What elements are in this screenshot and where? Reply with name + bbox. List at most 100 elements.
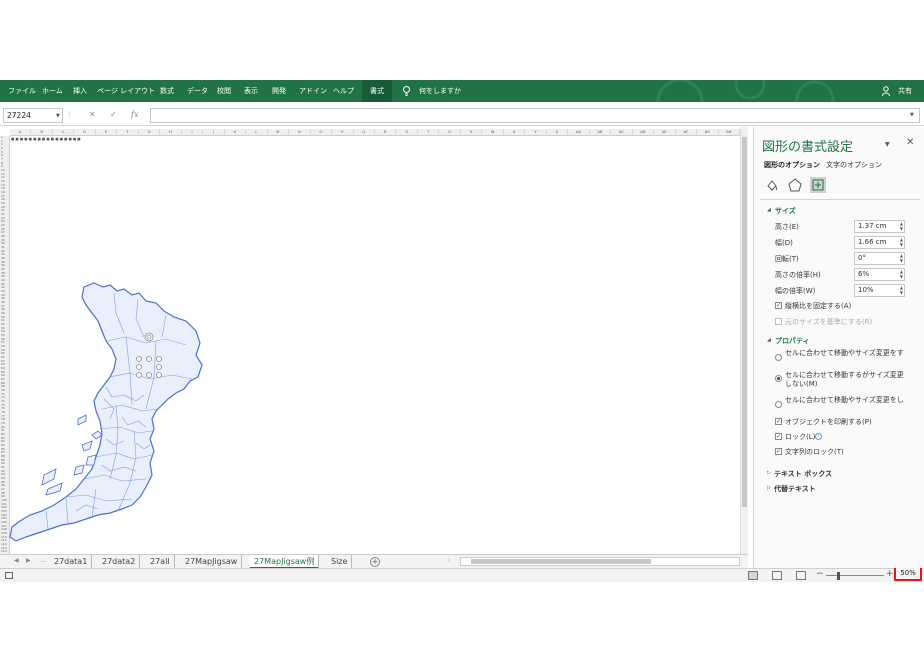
column-header[interactable]: R (375, 129, 397, 136)
chevron-down-icon[interactable]: ▼ (56, 113, 60, 119)
add-sheet-icon[interactable]: + (370, 557, 380, 567)
spinner-icon[interactable]: ▲ ▼ (900, 269, 903, 279)
vertical-scroll-thumb[interactable] (742, 137, 747, 507)
column-header[interactable]: Z (547, 129, 569, 136)
tell-me-search[interactable]: 何をしますか (419, 80, 461, 102)
splitter-icon[interactable]: ⁝ (448, 557, 450, 564)
print-object-checkbox[interactable]: ✓ (775, 418, 782, 425)
cancel-icon[interactable]: ✕ (89, 110, 96, 119)
osaka-map-shape[interactable] (6, 279, 206, 549)
collapse-triangle-icon[interactable]: ◢ (767, 207, 771, 213)
close-icon[interactable]: ✕ (906, 137, 914, 148)
column-header[interactable]: K (225, 129, 247, 136)
page-break-view-icon[interactable] (796, 571, 806, 580)
tab-formulas[interactable]: 数式 (160, 80, 174, 102)
tab-addins[interactable]: アドイン (299, 80, 327, 102)
spinner-icon[interactable]: ▲ ▼ (900, 221, 903, 231)
expand-formula-icon[interactable]: ▼ (910, 112, 914, 118)
tab-review[interactable]: 校閲 (217, 80, 231, 102)
fill-line-icon[interactable] (764, 177, 780, 193)
column-header[interactable]: A (10, 129, 32, 136)
width-field[interactable]: 1.66 cm ▲ ▼ (854, 236, 905, 249)
column-header[interactable]: AC (611, 129, 633, 136)
collapse-triangle-icon[interactable]: ◢ (767, 337, 771, 343)
sheet-tab[interactable]: 27MapJigsaw (181, 555, 243, 569)
scale-width-field[interactable]: 10% ▲ ▼ (854, 284, 905, 297)
scale-height-field[interactable]: 6% ▲ ▼ (854, 268, 905, 281)
insert-function-icon[interactable]: fx (131, 110, 138, 119)
sheet-tab[interactable]: 27all (146, 555, 175, 569)
expand-triangle-icon[interactable]: ▷ (767, 470, 771, 476)
column-header[interactable]: P (332, 129, 354, 136)
column-header[interactable]: AB (590, 129, 612, 136)
zoom-slider-thumb[interactable] (837, 572, 840, 580)
column-header[interactable]: Y (525, 129, 547, 136)
size-section-heading[interactable]: サイズ (775, 206, 796, 216)
chevron-down-icon[interactable]: ▼ (885, 141, 890, 148)
tab-insert[interactable]: 挿入 (73, 80, 87, 102)
relative-original-checkbox[interactable] (775, 318, 782, 325)
spinner-icon[interactable]: ▲ ▼ (900, 253, 903, 263)
column-header[interactable]: V (461, 129, 483, 136)
page-layout-view-icon[interactable] (772, 571, 782, 580)
column-header[interactable]: N (289, 129, 311, 136)
zoom-out-button[interactable]: − (816, 569, 824, 579)
alt-text-section-heading[interactable]: 代替テキスト (774, 484, 816, 494)
share-button[interactable]: 共有 (898, 80, 912, 102)
spinner-icon[interactable]: ▲ ▼ (900, 285, 903, 295)
column-header[interactable]: G (139, 129, 161, 136)
tab-file[interactable]: ファイル (8, 80, 36, 102)
tab-data[interactable]: データ (187, 80, 208, 102)
tab-home[interactable]: ホーム (42, 80, 63, 102)
tab-developer[interactable]: 開発 (272, 80, 286, 102)
enter-icon[interactable]: ✓ (110, 110, 117, 119)
move-no-size-radio[interactable] (775, 375, 782, 382)
column-header[interactable]: AD (633, 129, 655, 136)
locked-checkbox[interactable]: ✓ (775, 433, 782, 440)
effects-icon[interactable] (787, 177, 803, 193)
tab-text-options[interactable]: 文字のオプション (826, 160, 882, 170)
textbox-section-heading[interactable]: テキスト ボックス (774, 469, 832, 479)
column-header[interactable]: H (160, 129, 182, 136)
tab-format[interactable]: 書式 (362, 80, 392, 102)
tab-view[interactable]: 表示 (244, 80, 258, 102)
column-header[interactable]: O (311, 129, 333, 136)
info-icon[interactable]: i (815, 433, 822, 440)
sheet-tab[interactable]: Size (327, 555, 353, 569)
more-sheets-icon[interactable]: … (40, 557, 46, 564)
horizontal-scroll-thumb[interactable] (471, 559, 651, 564)
spinner-icon[interactable]: ▲ ▼ (900, 237, 903, 247)
no-move-no-size-radio[interactable] (775, 401, 782, 408)
column-header[interactable]: B (31, 129, 53, 136)
column-header[interactable]: D (74, 129, 96, 136)
sheet-prev-icon[interactable]: ◀ (14, 557, 19, 564)
column-header[interactable]: J (203, 129, 225, 136)
properties-section-heading[interactable]: プロパティ (775, 336, 810, 346)
column-header[interactable]: AE (654, 129, 676, 136)
sheet-next-icon[interactable]: ▶ (26, 557, 31, 564)
sheet-tab[interactable]: 27data2 (98, 555, 141, 569)
zoom-slider[interactable] (826, 575, 884, 576)
column-header[interactable]: L (246, 129, 268, 136)
lock-aspect-checkbox[interactable]: ✓ (775, 302, 782, 309)
column-header[interactable]: Q (354, 129, 375, 136)
formula-input[interactable] (150, 108, 920, 123)
horizontal-scrollbar[interactable] (460, 557, 740, 566)
column-header[interactable]: AG (697, 129, 719, 136)
column-header[interactable]: W (482, 129, 504, 136)
tab-shape-options[interactable]: 図形のオプション (764, 160, 820, 170)
rotation-field[interactable]: 0° ▲ ▼ (854, 252, 905, 265)
height-field[interactable]: 1.37 cm ▲ ▼ (854, 220, 905, 233)
sheet-tab[interactable]: 27data1 (50, 555, 93, 569)
column-header[interactable]: U (439, 129, 461, 136)
name-box[interactable]: 27224 (3, 108, 63, 123)
column-header[interactable]: AF (676, 129, 698, 136)
column-header[interactable]: AA (568, 129, 590, 136)
move-and-size-radio[interactable] (775, 354, 782, 361)
zoom-in-button[interactable]: + (886, 569, 894, 579)
tab-page-layout[interactable]: ページ レイアウト (97, 80, 155, 102)
column-header[interactable]: T (418, 129, 440, 136)
column-header[interactable]: C (53, 129, 75, 136)
column-header[interactable]: AH (719, 129, 740, 136)
tab-help[interactable]: ヘルプ (333, 80, 354, 102)
